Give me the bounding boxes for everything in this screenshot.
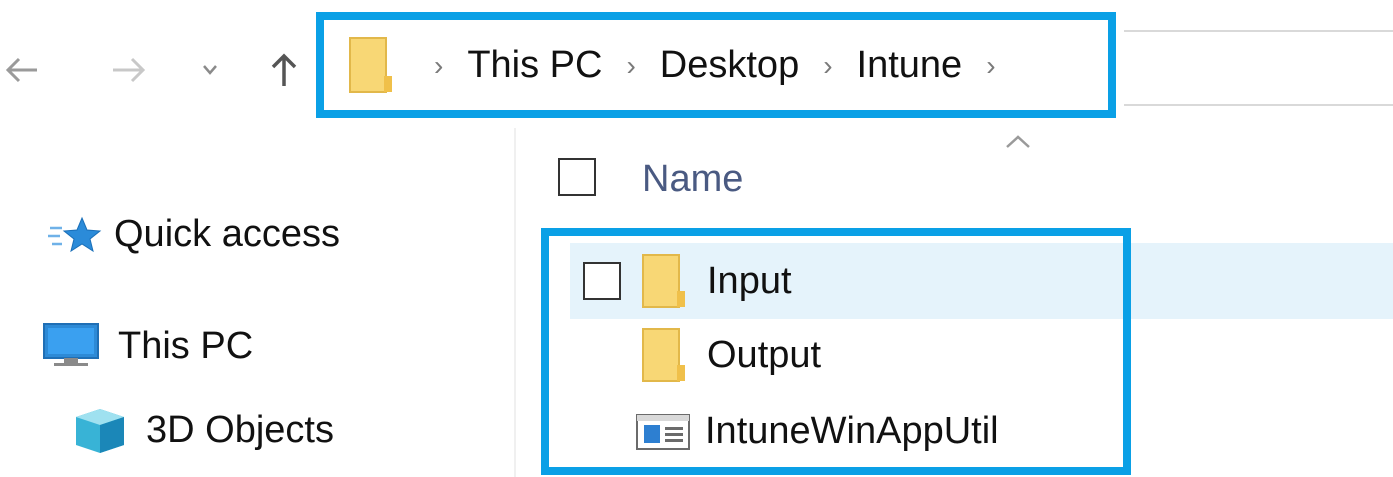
nav-item-label: Quick access: [114, 212, 340, 255]
breadcrumb-this-pc[interactable]: This PC: [467, 44, 602, 87]
breadcrumb-intune[interactable]: Intune: [857, 44, 963, 87]
address-bar-border: [1124, 30, 1393, 32]
monitor-icon: [43, 323, 99, 366]
folder-icon: [349, 37, 392, 93]
nav-item-this-pc[interactable]: This PC: [42, 316, 253, 376]
cube-icon: [76, 409, 124, 453]
address-bar-border: [1124, 104, 1393, 106]
nav-item-label: 3D Objects: [146, 408, 334, 451]
select-all-checkbox[interactable]: [558, 158, 596, 196]
name-column-header[interactable]: Name: [642, 158, 743, 201]
forward-button[interactable]: [104, 40, 154, 100]
pane-divider[interactable]: [514, 128, 516, 477]
nav-item-label: This PC: [118, 324, 254, 367]
chevron-right-icon[interactable]: ›: [626, 50, 635, 82]
recent-locations-button[interactable]: [190, 40, 230, 100]
back-button[interactable]: [0, 40, 44, 100]
nav-item-3d-objects[interactable]: 3D Objects: [70, 400, 334, 460]
forward-arrow-icon: [113, 57, 146, 83]
address-bar[interactable]: › This PC › Desktop › Intune ›: [316, 12, 1116, 118]
up-button[interactable]: [262, 40, 306, 100]
sort-up-caret-icon: [1006, 135, 1030, 148]
highlight-box-files: [541, 228, 1131, 475]
chevron-right-icon[interactable]: ›: [986, 50, 995, 82]
chevron-down-icon: [203, 65, 217, 75]
chevron-right-icon[interactable]: ›: [434, 50, 443, 82]
nav-item-quick-access[interactable]: Quick access: [48, 206, 340, 262]
chevron-right-icon[interactable]: ›: [823, 50, 832, 82]
star-icon: [48, 216, 102, 253]
back-arrow-icon: [5, 57, 37, 83]
up-arrow-icon: [271, 53, 297, 86]
breadcrumb-desktop[interactable]: Desktop: [660, 44, 799, 87]
